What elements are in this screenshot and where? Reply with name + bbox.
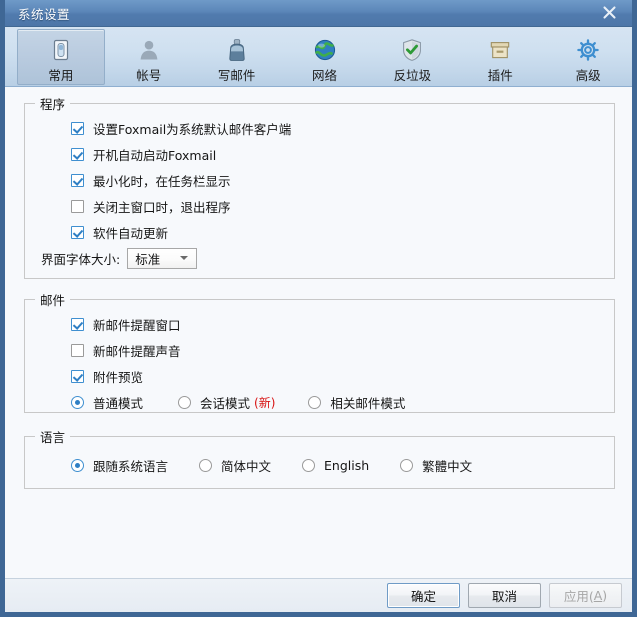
tab-label: 常用 <box>48 65 73 84</box>
window-title: 系统设置 <box>18 4 70 23</box>
apply-label-close: ) <box>602 588 607 603</box>
checkbox-label: 关闭主窗口时，退出程序 <box>93 197 231 216</box>
tab-label: 高级 <box>576 65 601 84</box>
checkbox-label: 新邮件提醒声音 <box>93 341 181 360</box>
tab-plugin[interactable]: 插件 <box>456 29 544 85</box>
tab-general[interactable]: 常用 <box>17 29 105 85</box>
title-bar: 系统设置 <box>5 0 632 27</box>
checkbox-autostart[interactable] <box>71 148 84 161</box>
checkbox-attachment-preview[interactable] <box>71 370 84 383</box>
settings-content: 程序 设置Foxmail为系统默认邮件客户端 开机自动启动Foxmail 最小化… <box>5 87 632 578</box>
radio-item-traditional-chinese[interactable]: 繁體中文 <box>400 456 472 475</box>
checkbox-new-mail-popup[interactable] <box>71 318 84 331</box>
checkbox-label: 附件预览 <box>93 367 143 386</box>
chevron-down-icon <box>180 256 188 260</box>
network-icon <box>310 35 340 64</box>
checkbox-exit-on-close[interactable] <box>71 200 84 213</box>
general-icon <box>46 35 76 64</box>
group-program-legend: 程序 <box>35 94 70 113</box>
group-mail-legend: 邮件 <box>35 290 70 309</box>
checkbox-row-new-mail-popup[interactable]: 新邮件提醒窗口 <box>71 311 614 337</box>
new-badge: (新) <box>254 394 275 411</box>
tab-network[interactable]: 网络 <box>281 29 369 85</box>
language-radio-group: 跟随系统语言 简体中文 English 繁體中文 <box>71 452 614 478</box>
font-size-value: 标准 <box>128 249 160 268</box>
tab-compose[interactable]: 写邮件 <box>193 29 281 85</box>
checkbox-row-auto-update[interactable]: 软件自动更新 <box>71 219 614 245</box>
dialog-footer: 确定 取消 应用(A) <box>5 578 632 612</box>
advanced-icon <box>573 35 603 64</box>
font-size-select[interactable]: 标准 <box>127 248 197 269</box>
radio-item-simplified-chinese[interactable]: 简体中文 <box>199 456 271 475</box>
radio-label: English <box>324 458 369 473</box>
apply-label: 应用( <box>564 586 594 605</box>
checkbox-label: 软件自动更新 <box>93 223 168 242</box>
radio-label: 繁體中文 <box>422 456 472 475</box>
font-size-label: 界面字体大小: <box>41 249 120 268</box>
radio-conversation-mode[interactable] <box>178 396 191 409</box>
checkbox-default-client[interactable] <box>71 122 84 135</box>
mail-mode-radio-group: 普通模式 会话模式 (新) 相关邮件模式 <box>71 389 614 415</box>
tab-label: 网络 <box>312 65 337 84</box>
radio-english[interactable] <box>302 459 315 472</box>
checkbox-row-exit-on-close[interactable]: 关闭主窗口时，退出程序 <box>71 193 614 219</box>
checkbox-label: 开机自动启动Foxmail <box>93 145 216 164</box>
checkbox-label: 新邮件提醒窗口 <box>93 315 181 334</box>
font-size-row: 界面字体大小: 标准 <box>41 245 614 271</box>
checkbox-row-minimize-to-tray[interactable]: 最小化时，在任务栏显示 <box>71 167 614 193</box>
checkbox-minimize-to-tray[interactable] <box>71 174 84 187</box>
checkbox-row-default-client[interactable]: 设置Foxmail为系统默认邮件客户端 <box>71 115 614 141</box>
radio-simplified-chinese[interactable] <box>199 459 212 472</box>
checkbox-auto-update[interactable] <box>71 226 84 239</box>
radio-label: 简体中文 <box>221 456 271 475</box>
group-language-legend: 语言 <box>35 427 70 446</box>
apply-button[interactable]: 应用(A) <box>549 583 622 608</box>
checkbox-row-new-mail-sound[interactable]: 新邮件提醒声音 <box>71 337 614 363</box>
radio-traditional-chinese[interactable] <box>400 459 413 472</box>
checkbox-new-mail-sound[interactable] <box>71 344 84 357</box>
apply-accesskey: A <box>594 588 603 603</box>
antispam-icon <box>397 35 427 64</box>
radio-item-normal-mode[interactable]: 普通模式 <box>71 393 143 412</box>
settings-tabstrip: 常用 帐号 写邮件 <box>5 27 632 87</box>
close-icon[interactable] <box>594 2 624 23</box>
radio-label: 跟随系统语言 <box>93 456 168 475</box>
radio-item-conversation-mode[interactable]: 会话模式 (新) <box>178 393 275 412</box>
account-icon <box>134 35 164 64</box>
radio-item-english[interactable]: English <box>302 458 369 473</box>
radio-normal-mode[interactable] <box>71 396 84 409</box>
settings-window: 系统设置 常用 帐 <box>0 0 637 617</box>
tab-antispam[interactable]: 反垃圾 <box>368 29 456 85</box>
group-language-body: 跟随系统语言 简体中文 English 繁體中文 <box>25 446 614 478</box>
group-program: 程序 设置Foxmail为系统默认邮件客户端 开机自动启动Foxmail 最小化… <box>24 94 615 279</box>
checkbox-row-attachment-preview[interactable]: 附件预览 <box>71 363 614 389</box>
ok-button[interactable]: 确定 <box>387 583 460 608</box>
radio-related-mail-mode[interactable] <box>308 396 321 409</box>
cancel-button[interactable]: 取消 <box>468 583 541 608</box>
radio-label: 相关邮件模式 <box>330 393 405 412</box>
radio-label: 会话模式 <box>200 393 250 412</box>
plugin-icon <box>485 35 515 64</box>
tab-label: 写邮件 <box>218 65 256 84</box>
group-mail-body: 新邮件提醒窗口 新邮件提醒声音 附件预览 普通模式 <box>25 309 614 415</box>
tab-label: 帐号 <box>136 65 161 84</box>
radio-follow-system[interactable] <box>71 459 84 472</box>
group-language: 语言 跟随系统语言 简体中文 English <box>24 427 615 489</box>
radio-item-follow-system[interactable]: 跟随系统语言 <box>71 456 168 475</box>
tab-label: 反垃圾 <box>394 65 432 84</box>
radio-item-related-mail-mode[interactable]: 相关邮件模式 <box>308 393 405 412</box>
tab-label: 插件 <box>488 65 513 84</box>
compose-icon <box>222 35 252 64</box>
tab-advanced[interactable]: 高级 <box>544 29 632 85</box>
checkbox-label: 设置Foxmail为系统默认邮件客户端 <box>93 119 291 138</box>
tab-account[interactable]: 帐号 <box>105 29 193 85</box>
group-mail: 邮件 新邮件提醒窗口 新邮件提醒声音 附件预览 普通模 <box>24 290 615 413</box>
group-program-body: 设置Foxmail为系统默认邮件客户端 开机自动启动Foxmail 最小化时，在… <box>25 113 614 271</box>
checkbox-label: 最小化时，在任务栏显示 <box>93 171 231 190</box>
radio-label: 普通模式 <box>93 393 143 412</box>
checkbox-row-autostart[interactable]: 开机自动启动Foxmail <box>71 141 614 167</box>
